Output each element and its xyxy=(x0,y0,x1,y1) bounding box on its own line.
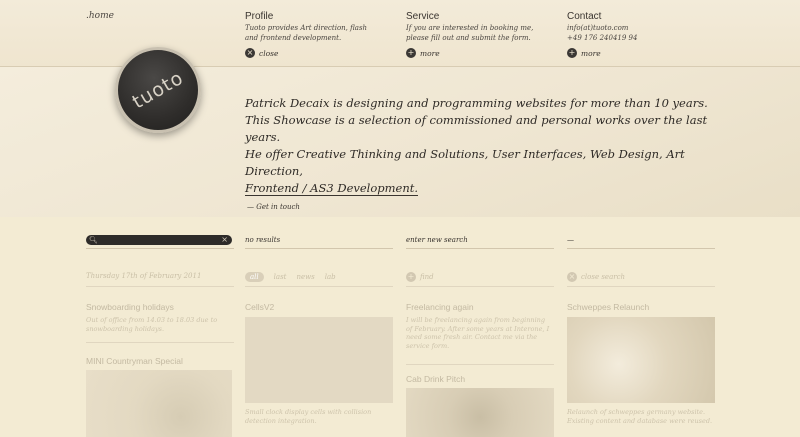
date-label: Thursday 17th of February 2011 xyxy=(86,272,202,280)
find-button[interactable]: + find xyxy=(406,272,434,282)
divider xyxy=(406,248,554,249)
profile-text-line: and frontend development. xyxy=(245,33,342,42)
project-desc: Relaunch of schweppes germany website. E… xyxy=(567,408,712,425)
intro-line: This Showcase is a selection of commissi… xyxy=(245,113,708,144)
divider xyxy=(406,364,554,365)
project-desc-line: Out of office from 14.03 to 18.03 due to xyxy=(86,316,218,324)
plus-icon: + xyxy=(567,48,577,58)
project-desc-line: Existing content and database were reuse… xyxy=(567,416,713,425)
filter-last[interactable]: last xyxy=(274,273,287,281)
contact-text: info(at)tuoto.com +49 176 240419 94 xyxy=(567,24,637,43)
project-desc-line: snowboarding holidays. xyxy=(86,324,165,333)
project-title[interactable]: Freelancing again xyxy=(406,302,474,312)
project-thumbnail[interactable] xyxy=(406,388,554,437)
service-text-line: If you are interested in booking me, xyxy=(406,24,534,32)
project-desc: Out of office from 14.03 to 18.03 due to… xyxy=(86,316,217,333)
contact-title: Contact xyxy=(567,11,602,22)
intro-line: Frontend / AS3 Development. xyxy=(245,181,419,196)
project-title[interactable]: Schweppes Relaunch xyxy=(567,302,649,312)
find-label: find xyxy=(420,273,434,281)
service-title: Service xyxy=(406,11,440,22)
profile-text-line: Tuoto provides Art direction, flash xyxy=(245,24,368,32)
project-desc: Small clock display cells with collision… xyxy=(245,408,371,425)
service-text-line: please fill out and submit the form. xyxy=(406,33,531,42)
project-thumbnail[interactable] xyxy=(567,317,715,403)
clear-icon[interactable]: × xyxy=(221,235,228,244)
divider xyxy=(567,248,715,249)
header-bar xyxy=(0,0,800,67)
project-desc-line: Small clock display cells with collision xyxy=(245,408,372,416)
search-status: no results xyxy=(245,236,281,244)
project-desc-line: need some fresh air. Contact me via the xyxy=(406,333,538,341)
close-search-label: close search xyxy=(581,273,626,281)
service-text: If you are interested in booking me, ple… xyxy=(406,24,533,43)
logo[interactable]: tuoto xyxy=(115,47,201,133)
contact-phone: +49 176 240419 94 xyxy=(567,33,638,42)
divider xyxy=(245,286,393,287)
profile-title: Profile xyxy=(245,11,274,22)
project-title[interactable]: Cab Drink Pitch xyxy=(406,374,465,384)
divider xyxy=(86,248,234,249)
project-title[interactable]: MINI Countryman Special xyxy=(86,356,183,366)
intro-line: Patrick Decaix is designing and programm… xyxy=(245,96,708,110)
project-desc-line: Relaunch of schweppes germany website. xyxy=(567,408,706,416)
filter-lab[interactable]: lab xyxy=(325,273,336,281)
contact-more-label: more xyxy=(581,48,601,58)
project-desc-line: service form. xyxy=(406,341,450,350)
new-search-label[interactable]: enter new search xyxy=(406,236,468,244)
divider xyxy=(567,286,715,287)
contact-more-button[interactable]: + more xyxy=(567,48,601,58)
project-desc-line: of February. After some years at Interon… xyxy=(406,324,550,333)
profile-text: Tuoto provides Art direction, flash and … xyxy=(245,24,367,43)
project-title[interactable]: Snowboarding holidays xyxy=(86,302,174,312)
project-thumbnail[interactable] xyxy=(245,317,393,403)
divider xyxy=(406,286,554,287)
intro-line: He offer Creative Thinking and Solutions… xyxy=(245,147,685,178)
close-search-button[interactable]: × close search xyxy=(567,272,625,282)
get-in-touch-link[interactable]: — Get in touch xyxy=(247,203,300,211)
project-desc-line: detection integration. xyxy=(245,416,317,425)
contact-email[interactable]: info(at)tuoto.com xyxy=(567,24,637,34)
divider xyxy=(245,248,393,249)
close-icon: × xyxy=(567,272,577,282)
profile-close-button[interactable]: × close xyxy=(245,48,278,58)
project-thumbnail[interactable] xyxy=(86,370,232,437)
plus-icon: + xyxy=(406,48,416,58)
filter-all[interactable]: all xyxy=(245,272,264,282)
intro-text: Patrick Decaix is designing and programm… xyxy=(245,95,715,216)
filter-news[interactable]: news xyxy=(296,273,314,281)
search-input[interactable]: 🔍︎ × xyxy=(86,235,232,245)
project-title[interactable]: CellsV2 xyxy=(245,302,274,312)
divider xyxy=(86,286,234,287)
profile-close-label: close xyxy=(259,48,279,58)
close-icon: × xyxy=(245,48,255,58)
search-icon: 🔍︎ xyxy=(89,236,98,244)
project-desc-line: I will be freelancing again from beginni… xyxy=(406,316,545,324)
filter-tabs: all last news lab xyxy=(245,272,336,282)
divider xyxy=(86,342,234,343)
service-more-label: more xyxy=(420,48,440,58)
project-desc: I will be freelancing again from beginni… xyxy=(406,316,549,350)
home-link[interactable]: .home xyxy=(86,11,114,21)
search-dash: — xyxy=(567,236,574,244)
service-more-button[interactable]: + more xyxy=(406,48,440,58)
plus-icon: + xyxy=(406,272,416,282)
